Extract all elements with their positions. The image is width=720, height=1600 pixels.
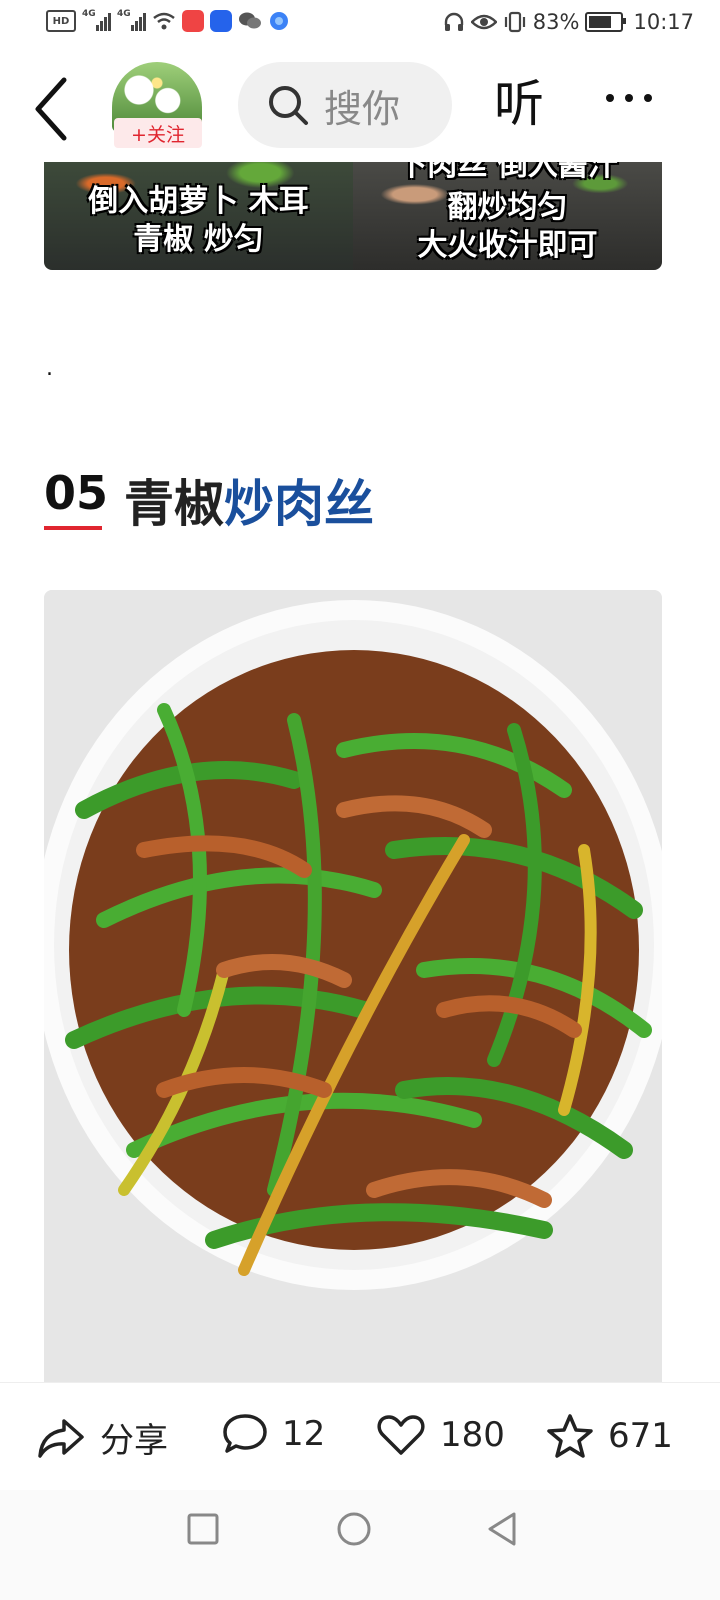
like-button[interactable]: 180 [376,1413,505,1457]
status-right-icons: 83% 10:17 [443,10,694,34]
step-caption-line: 青椒 炒匀 [133,222,264,257]
back-button[interactable] [30,74,90,144]
chevron-left-icon [35,77,67,141]
browser-icon [270,12,288,30]
star-icon [547,1414,593,1458]
recipe-step-images: 倒入胡萝卜 木耳 青椒 炒匀 下肉丝 倒入酱汁 翻炒均匀 大火收汁即可 [44,162,662,270]
favorite-button[interactable]: 671 [546,1413,673,1459]
stir-fried-pork-pepper-image [44,590,662,1390]
share-label: 分享 [100,1421,168,1461]
like-count: 180 [440,1415,505,1455]
heart-icon [377,1415,425,1455]
step-caption-line: 下肉丝 倒入酱汁 [397,162,618,183]
comment-icon [223,1414,267,1453]
follow-button[interactable]: +关注 [114,118,202,148]
app-icon-red [182,10,204,32]
more-dot-icon [625,94,633,102]
more-dot-icon [606,94,614,102]
listen-button[interactable]: 听 [494,74,544,134]
favorite-count: 671 [608,1416,673,1456]
paragraph-dot: . [46,356,53,381]
signal-4g-icon: 4G [82,9,111,31]
eye-icon [470,14,497,30]
section-title-link[interactable]: 炒肉丝 [224,475,374,533]
battery-icon [585,12,627,32]
share-icon [38,1418,84,1458]
signal-4g-icon: 4G [117,9,146,31]
author-avatar-area[interactable]: +关注 [112,62,204,154]
status-bar: HD 4G 4G 83% 10:17 [0,0,720,50]
step-caption-line: 倒入胡萝卜 木耳 [88,184,309,219]
battery-percent: 83% [532,10,580,34]
step-caption-line: 翻炒均匀 [447,190,568,225]
comment-count: 12 [282,1414,326,1454]
more-dot-icon [644,94,652,102]
step-image[interactable]: 倒入胡萝卜 木耳 青椒 炒匀 [44,162,353,270]
comment-button[interactable]: 12 [222,1413,325,1455]
section-number: 05 [44,466,109,520]
recent-apps-button[interactable] [186,1512,220,1546]
article-header: +关注 搜你 听 [0,52,720,162]
dish-photo[interactable] [44,590,662,1390]
app-icon-blue [210,10,232,32]
step-image[interactable]: 下肉丝 倒入酱汁 翻炒均匀 大火收汁即可 [353,162,662,270]
more-options-button[interactable] [606,94,652,102]
article-action-bar: 分享 12 180 671 [0,1382,720,1489]
share-button[interactable]: 分享 [36,1413,168,1462]
search-input[interactable]: 搜你 [238,62,452,148]
back-nav-button[interactable] [484,1510,520,1548]
clock: 10:17 [633,10,694,34]
section-number-underline [44,526,102,530]
status-left-icons: HD 4G 4G [46,9,290,32]
wifi-icon [153,12,175,30]
step-caption-line: 大火收汁即可 [417,228,598,263]
home-button[interactable] [335,1510,373,1548]
system-navigation-bar [0,1490,720,1600]
headphones-icon [444,12,463,31]
vibrate-icon [504,11,525,33]
wechat-icon [239,12,261,29]
section-title: 青椒炒肉丝 [124,464,374,536]
search-icon [269,86,308,125]
search-placeholder: 搜你 [324,86,401,131]
hd-icon: HD [46,10,76,32]
section-title-plain: 青椒 [124,475,224,533]
